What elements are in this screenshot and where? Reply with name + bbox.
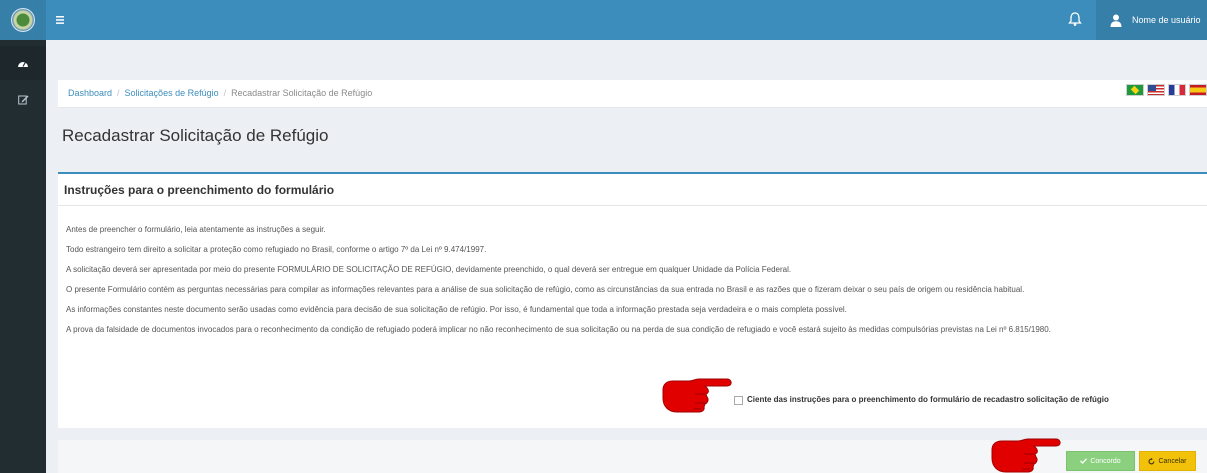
acknowledge-row: Ciente das instruções para o preenchimen… <box>58 394 1205 408</box>
user-menu[interactable]: Nome de usuário <box>1096 0 1207 40</box>
undo-icon <box>1148 457 1155 464</box>
agree-button-label: Concordo <box>1090 457 1121 465</box>
instruction-paragraph: As informações constantes neste document… <box>66 305 847 314</box>
flag-usa-icon[interactable] <box>1147 84 1165 96</box>
instruction-paragraph: Todo estrangeiro tem direito a solicitar… <box>66 245 487 254</box>
breadcrumb-separator: / <box>223 88 227 98</box>
user-icon <box>1110 14 1122 27</box>
instruction-paragraph: A prova da falsidade de documentos invoc… <box>66 325 1051 334</box>
user-name: Nome de usuário <box>1132 15 1201 25</box>
check-icon <box>1080 458 1088 464</box>
pointing-hand-icon <box>662 378 732 413</box>
instructions-panel: Instruções para o preenchimento do formu… <box>58 172 1207 428</box>
cancel-button-label: Cancelar <box>1158 457 1187 465</box>
bell-icon[interactable] <box>1068 11 1082 27</box>
page-title: Recadastrar Solicitação de Refúgio <box>62 126 329 145</box>
logo[interactable] <box>0 0 46 40</box>
dashboard-icon <box>18 61 28 67</box>
sidebar <box>0 40 46 473</box>
instruction-paragraph: O presente Formulário contém as pergunta… <box>66 285 1025 294</box>
acknowledge-checkbox[interactable] <box>734 396 743 405</box>
flag-spain-icon[interactable] <box>1189 84 1207 96</box>
flag-france-icon[interactable] <box>1168 84 1186 96</box>
breadcrumb-current: Recadastrar Solicitação de Refúgio <box>231 88 373 98</box>
acknowledge-label[interactable]: Ciente das instruções para o preenchimen… <box>747 395 1109 404</box>
breadcrumb-bar: Dashboard / Solicitações de Refúgio / Recada… <box>58 80 1207 108</box>
breadcrumb-solicitacoes[interactable]: Solicitações de Refúgio <box>125 88 219 98</box>
instruction-paragraph: A solicitação deverá ser apresentada por… <box>66 265 792 274</box>
panel-header: Instruções para o preenchimento do formu… <box>58 174 1207 206</box>
instructions-body: Antes de preencher o formulário, leia at… <box>66 224 1194 344</box>
panel-title: Instruções para o preenchimento do formu… <box>64 183 335 197</box>
flag-brazil-icon[interactable] <box>1126 84 1144 96</box>
pointing-hand-icon <box>991 438 1061 473</box>
agree-button[interactable]: Concordo <box>1066 451 1135 471</box>
edit-icon <box>17 95 28 104</box>
top-navbar: Nome de usuário <box>0 0 1207 40</box>
sidebar-item-dashboard[interactable] <box>0 46 46 80</box>
language-selector <box>1126 84 1207 96</box>
breadcrumb-dashboard[interactable]: Dashboard <box>68 88 112 98</box>
emblem-icon <box>11 8 35 32</box>
instruction-paragraph: Antes de preencher o formulário, leia at… <box>66 225 326 234</box>
bars-icon[interactable] <box>56 10 76 30</box>
cancel-button[interactable]: Cancelar <box>1139 451 1196 471</box>
breadcrumb-separator: / <box>117 88 120 98</box>
sidebar-item-edit[interactable] <box>0 82 46 116</box>
page-header: Recadastrar Solicitação de Refúgio <box>58 108 1207 166</box>
breadcrumb: Dashboard / Solicitações de Refúgio / Recada… <box>68 88 372 98</box>
